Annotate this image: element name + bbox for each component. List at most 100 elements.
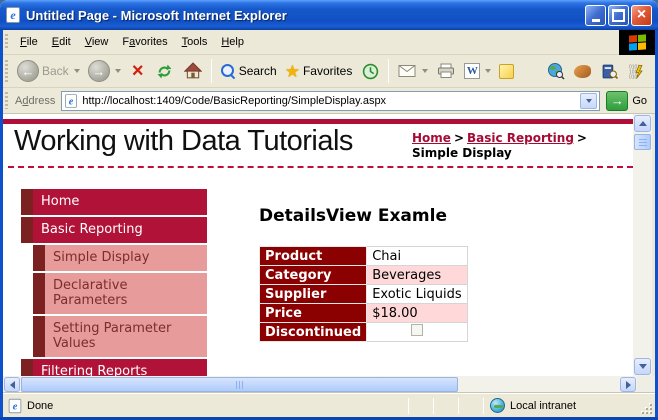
chevron-up-icon [638, 121, 647, 126]
print-button[interactable] [432, 58, 460, 84]
back-dropdown-icon[interactable] [73, 69, 80, 73]
horizontal-scroll-thumb[interactable] [21, 377, 458, 392]
details-view-heading: DetailsView Examle [259, 206, 447, 226]
sidebar-strip [33, 273, 45, 314]
menu-help[interactable]: Help [214, 32, 251, 52]
chevron-right-icon [625, 380, 631, 389]
forward-button[interactable] [84, 57, 125, 85]
history-icon [360, 61, 380, 81]
field-label: Category [258, 265, 368, 285]
back-button[interactable]: Back [13, 57, 84, 85]
scroll-up-button[interactable] [634, 115, 651, 132]
favorites-button[interactable]: Favorites [281, 60, 357, 83]
field-value: Beverages [366, 265, 468, 285]
scroll-down-button[interactable] [634, 358, 651, 375]
favorites-label: Favorites [302, 64, 353, 78]
back-icon [17, 60, 39, 82]
menu-view[interactable]: View [78, 32, 116, 52]
go-button[interactable] [606, 90, 629, 111]
field-value: Exotic Liquids [366, 284, 468, 304]
address-input[interactable]: http://localhost:1409/Code/BasicReportin… [61, 90, 601, 111]
dashed-divider [8, 166, 633, 168]
menu-edit[interactable]: Edit [45, 32, 78, 52]
address-bar: Address http://localhost:1409/Code/Basic… [3, 88, 655, 114]
chevron-down-icon [638, 364, 647, 369]
maximize-button[interactable] [608, 4, 629, 26]
field-label: Product [258, 246, 368, 266]
forward-dropdown-icon[interactable] [114, 69, 121, 73]
sidebar-item-label: Simple Display [45, 245, 207, 271]
sidebar-strip [33, 316, 45, 357]
table-row: Supplier Exotic Liquids [258, 284, 468, 304]
breadcrumb-current: Simple Display [412, 146, 512, 160]
mail-dropdown-icon[interactable] [422, 69, 429, 73]
resize-grip[interactable] [640, 402, 653, 415]
discuss-button[interactable] [495, 61, 518, 82]
messenger-button[interactable]: 0101 101 010 [623, 58, 651, 84]
word-icon [464, 63, 481, 79]
breadcrumb-home-link[interactable]: Home [412, 131, 451, 145]
research-button[interactable] [595, 58, 623, 84]
status-bar: Done Local intranet [3, 393, 655, 417]
search-label: Search [238, 64, 277, 78]
toolbar-grip[interactable] [5, 91, 8, 110]
status-separator [458, 397, 459, 414]
stop-button[interactable] [125, 59, 151, 83]
word-dropdown-icon[interactable] [485, 69, 492, 73]
go-label[interactable]: Go [632, 95, 647, 107]
sidebar-item-simple-display[interactable]: Simple Display [33, 245, 207, 271]
binary-bolt-icon: 0101 101 010 [627, 61, 647, 81]
field-label: Price [258, 303, 368, 323]
title-bar[interactable]: Untitled Page - Microsoft Internet Explo… [0, 0, 658, 30]
vertical-scroll-thumb[interactable] [634, 134, 651, 150]
close-button[interactable] [631, 4, 652, 26]
sidebar-item-basic-reporting[interactable]: Basic Reporting [21, 217, 207, 243]
address-dropdown-button[interactable] [580, 92, 598, 109]
fox-icon [574, 64, 592, 78]
breadcrumb-separator: > [453, 131, 464, 145]
mail-button[interactable] [393, 58, 432, 84]
main-content: DetailsView Examle Product Chai Category… [258, 206, 468, 342]
refresh-button[interactable] [151, 58, 179, 84]
chevron-left-icon [9, 380, 15, 389]
sidebar-strip [21, 217, 33, 243]
sidebar-item-label: Basic Reporting [33, 217, 207, 243]
status-separator [433, 397, 434, 414]
details-view-table: Product Chai Category Beverages Supplier… [258, 246, 468, 342]
field-value: Chai [366, 246, 468, 266]
vertical-scrollbar[interactable] [633, 114, 652, 376]
scroll-right-button[interactable] [620, 377, 636, 392]
menu-file[interactable]: File [13, 32, 45, 52]
note-icon [499, 63, 515, 79]
horizontal-scrollbar[interactable] [3, 376, 637, 393]
address-label: Address [15, 94, 56, 107]
sidebar-item-setting-parameter-values[interactable]: Setting Parameter Values [33, 316, 207, 357]
sidebar-item-home[interactable]: Home [21, 189, 207, 215]
toolbar-grip[interactable] [5, 59, 8, 83]
menu-tools[interactable]: Tools [175, 32, 215, 52]
discontinued-checkbox [410, 324, 423, 336]
edit-with-word-button[interactable] [460, 60, 495, 82]
toolbar-grip[interactable] [5, 33, 8, 51]
menu-favorites[interactable]: Favorites [115, 32, 174, 52]
windows-logo [619, 29, 655, 55]
minimize-button[interactable] [585, 4, 606, 26]
page-content: Working with Data Tutorials Home > Basic R… [3, 114, 633, 376]
research-book-icon [599, 61, 619, 81]
addon-button[interactable] [570, 62, 595, 81]
toolbar-separator [388, 59, 390, 83]
home-button[interactable] [179, 58, 207, 84]
url-text[interactable]: http://localhost:1409/Code/BasicReportin… [82, 95, 576, 107]
scroll-left-button[interactable] [4, 377, 20, 392]
web-search-button[interactable] [542, 58, 570, 84]
local-intranet-icon [490, 398, 505, 413]
sidebar-item-filtering-reports[interactable]: Filtering Reports [21, 359, 207, 376]
table-row: Price $18.00 [258, 303, 468, 323]
sidebar-item-label: Filtering Reports [33, 359, 207, 376]
sidebar-item-label: Declarative Parameters [45, 273, 207, 314]
mail-icon [397, 61, 417, 81]
search-button[interactable]: Search [216, 60, 281, 82]
breadcrumb-section-link[interactable]: Basic Reporting [467, 131, 574, 145]
sidebar-item-declarative-parameters[interactable]: Declarative Parameters [33, 273, 207, 314]
history-button[interactable] [356, 58, 384, 84]
